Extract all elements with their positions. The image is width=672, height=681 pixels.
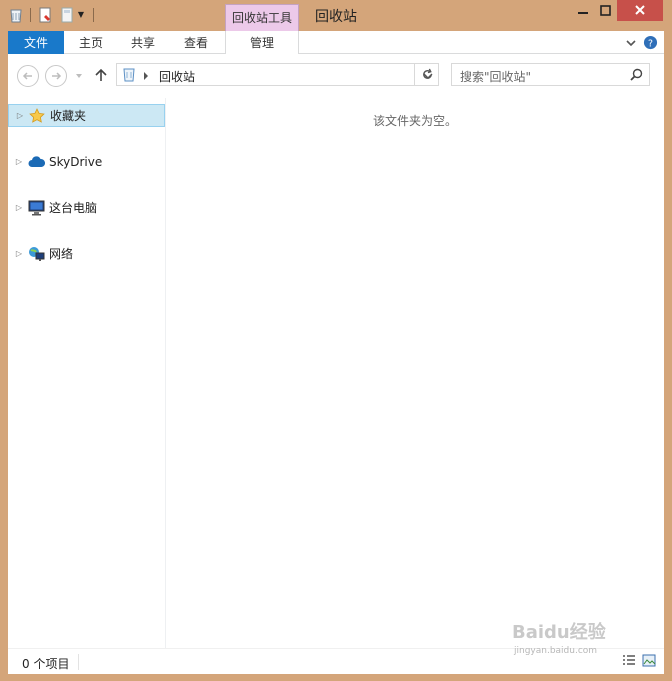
close-button[interactable] bbox=[617, 0, 663, 21]
breadcrumb-location[interactable]: 回收站 bbox=[159, 68, 195, 85]
maximize-button[interactable] bbox=[594, 3, 618, 21]
title-bar: ▼ 回收站工具 回收站 bbox=[0, 0, 672, 31]
search-placeholder: 搜索"回收站" bbox=[460, 70, 532, 84]
tree-item-label: SkyDrive bbox=[49, 154, 103, 169]
recycle-bin-icon bbox=[122, 67, 136, 85]
expand-arrow-icon[interactable]: ▷ bbox=[12, 157, 26, 166]
empty-folder-message: 该文件夹为空。 bbox=[372, 114, 457, 128]
expand-arrow-icon[interactable]: ▷ bbox=[13, 111, 27, 120]
watermark-url: jingyan.baidu.com bbox=[514, 646, 598, 656]
tab-manage[interactable]: 管理 bbox=[225, 31, 299, 54]
tree-item-this-pc[interactable]: ▷ 这台电脑 bbox=[8, 196, 165, 219]
tree-item-network[interactable]: ▷ 网络 bbox=[8, 242, 165, 265]
tab-share[interactable]: 共享 bbox=[122, 31, 164, 54]
explorer-window: ▼ 回收站工具 回收站 文件 主页 共享 查看 管理 ? 回收站 搜索"回收站"… bbox=[0, 0, 672, 681]
item-count: 0 个项目 bbox=[22, 657, 70, 671]
ribbon-tabs: 文件 主页 共享 查看 管理 ? bbox=[8, 31, 664, 54]
arrow-up-icon bbox=[95, 68, 107, 81]
view-toggle bbox=[622, 654, 656, 670]
details-view-icon[interactable] bbox=[622, 654, 636, 670]
tab-file[interactable]: 文件 bbox=[8, 31, 64, 54]
network-icon bbox=[26, 245, 46, 263]
status-divider bbox=[78, 654, 79, 670]
minimize-button[interactable] bbox=[571, 3, 595, 21]
ribbon-controls: ? bbox=[625, 35, 658, 53]
tree-item-label: 这台电脑 bbox=[49, 201, 98, 215]
large-icons-view-icon[interactable] bbox=[642, 654, 656, 670]
address-bar[interactable]: 回收站 bbox=[116, 63, 439, 86]
tree-item-skydrive[interactable]: ▷ SkyDrive bbox=[8, 150, 165, 173]
svg-text:?: ? bbox=[648, 38, 653, 49]
search-icon[interactable] bbox=[630, 68, 643, 84]
tab-home[interactable]: 主页 bbox=[70, 31, 112, 54]
recent-locations-dropdown[interactable] bbox=[75, 69, 83, 83]
navigation-pane: ▷ 收藏夹 ▷ SkyDrive ▷ 这台电脑 ▷ 网络 bbox=[8, 98, 166, 648]
arrow-left-icon bbox=[22, 72, 32, 80]
search-input[interactable]: 搜索"回收站" bbox=[451, 63, 650, 86]
expand-arrow-icon[interactable]: ▷ bbox=[12, 249, 26, 258]
up-button[interactable] bbox=[94, 67, 108, 86]
arrow-right-icon bbox=[52, 72, 62, 80]
star-icon bbox=[27, 107, 47, 125]
refresh-button[interactable] bbox=[414, 63, 439, 86]
back-button[interactable] bbox=[17, 65, 39, 87]
file-list-pane[interactable]: 该文件夹为空。 bbox=[166, 98, 664, 648]
breadcrumb-chevron-icon[interactable] bbox=[143, 70, 149, 84]
watermark-logo: Baidu经验 bbox=[512, 622, 606, 643]
refresh-icon bbox=[422, 68, 432, 79]
tree-item-label: 网络 bbox=[49, 247, 74, 261]
tab-view[interactable]: 查看 bbox=[174, 31, 218, 54]
help-icon[interactable]: ? bbox=[643, 35, 658, 53]
computer-icon bbox=[26, 199, 46, 217]
forward-button[interactable] bbox=[45, 65, 67, 87]
tree-item-favorites[interactable]: ▷ 收藏夹 bbox=[8, 104, 165, 127]
cloud-icon bbox=[26, 153, 46, 171]
navigation-bar: 回收站 搜索"回收站" bbox=[8, 54, 664, 98]
chevron-down-icon[interactable] bbox=[625, 37, 637, 52]
tree-item-label: 收藏夹 bbox=[50, 109, 87, 123]
expand-arrow-icon[interactable]: ▷ bbox=[12, 203, 26, 212]
